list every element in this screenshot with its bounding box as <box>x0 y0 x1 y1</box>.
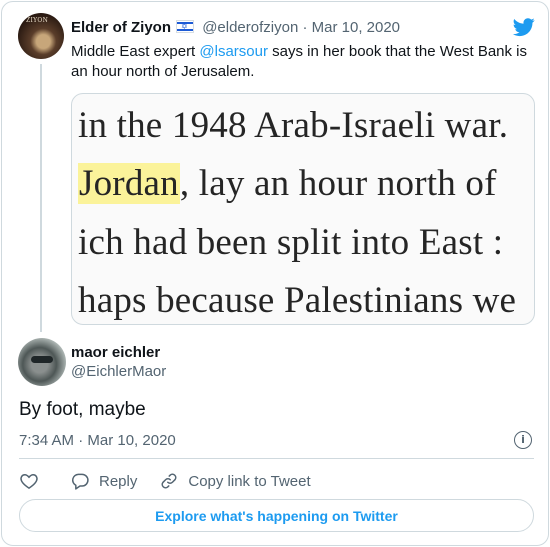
highlighted-word: Jordan <box>78 163 180 204</box>
image-text-line: in the 1948 Arab-Israeli war. <box>78 105 509 146</box>
tweet-image[interactable]: in the 1948 Arab-Israeli war. Jordan, la… <box>71 93 535 325</box>
tweet-timestamp[interactable]: 7:34 AM · Mar 10, 2020 <box>19 431 176 450</box>
divider <box>19 458 534 459</box>
tweet-actions: Reply Copy link to Tweet <box>19 470 311 492</box>
avatar-text: ZIYON <box>26 17 49 24</box>
tweet-date[interactable]: Mar 10, 2020 <box>312 19 400 36</box>
heart-icon <box>20 473 38 489</box>
link-icon <box>161 473 177 489</box>
parent-tweet[interactable]: ZIYON Elder of Ziyon ✡ @elderofziyon · Ma… <box>2 2 548 332</box>
copy-link-label: Copy link to Tweet <box>188 472 311 490</box>
avatar[interactable]: ZIYON <box>18 13 64 59</box>
israel-flag-icon: ✡ <box>176 20 195 33</box>
separator-dot: · <box>302 19 308 36</box>
copy-link-button[interactable]: Copy link to Tweet <box>159 471 311 491</box>
image-text-fragment: , lay an hour north of <box>179 163 497 204</box>
like-button[interactable] <box>19 471 39 491</box>
image-text-line: Jordan, lay an hour north of <box>78 162 497 205</box>
avatar[interactable] <box>18 338 66 386</box>
image-text-line: ich had been split into East : <box>78 222 504 263</box>
author-name[interactable]: maor eichler <box>71 343 160 362</box>
image-text-line: haps because Palestinians we <box>78 280 517 321</box>
reply-icon <box>71 473 89 490</box>
tweet-text-part: Middle East expert <box>71 43 200 60</box>
explore-button[interactable]: Explore what's happening on Twitter <box>19 499 534 532</box>
embedded-tweet-card: ZIYON Elder of Ziyon ✡ @elderofziyon · Ma… <box>1 1 549 546</box>
reply-button[interactable]: Reply <box>70 471 137 491</box>
reply-label: Reply <box>99 472 138 490</box>
avatar-sunglasses <box>31 356 53 363</box>
parent-tweet-text: Middle East expert @lsarsour says in her… <box>71 42 531 82</box>
author-handle[interactable]: @elderofziyon <box>202 19 298 36</box>
reply-tweet-text: By foot, maybe <box>19 399 146 420</box>
info-icon[interactable]: i <box>514 431 532 449</box>
author-handle[interactable]: @EichlerMaor <box>71 362 166 381</box>
author-name[interactable]: Elder of Ziyon <box>71 19 171 36</box>
mention-link[interactable]: @lsarsour <box>199 43 268 60</box>
parent-tweet-header: Elder of Ziyon ✡ @elderofziyon · Mar 10, … <box>71 18 400 37</box>
thread-line <box>40 64 42 332</box>
twitter-logo-icon[interactable] <box>512 16 536 38</box>
